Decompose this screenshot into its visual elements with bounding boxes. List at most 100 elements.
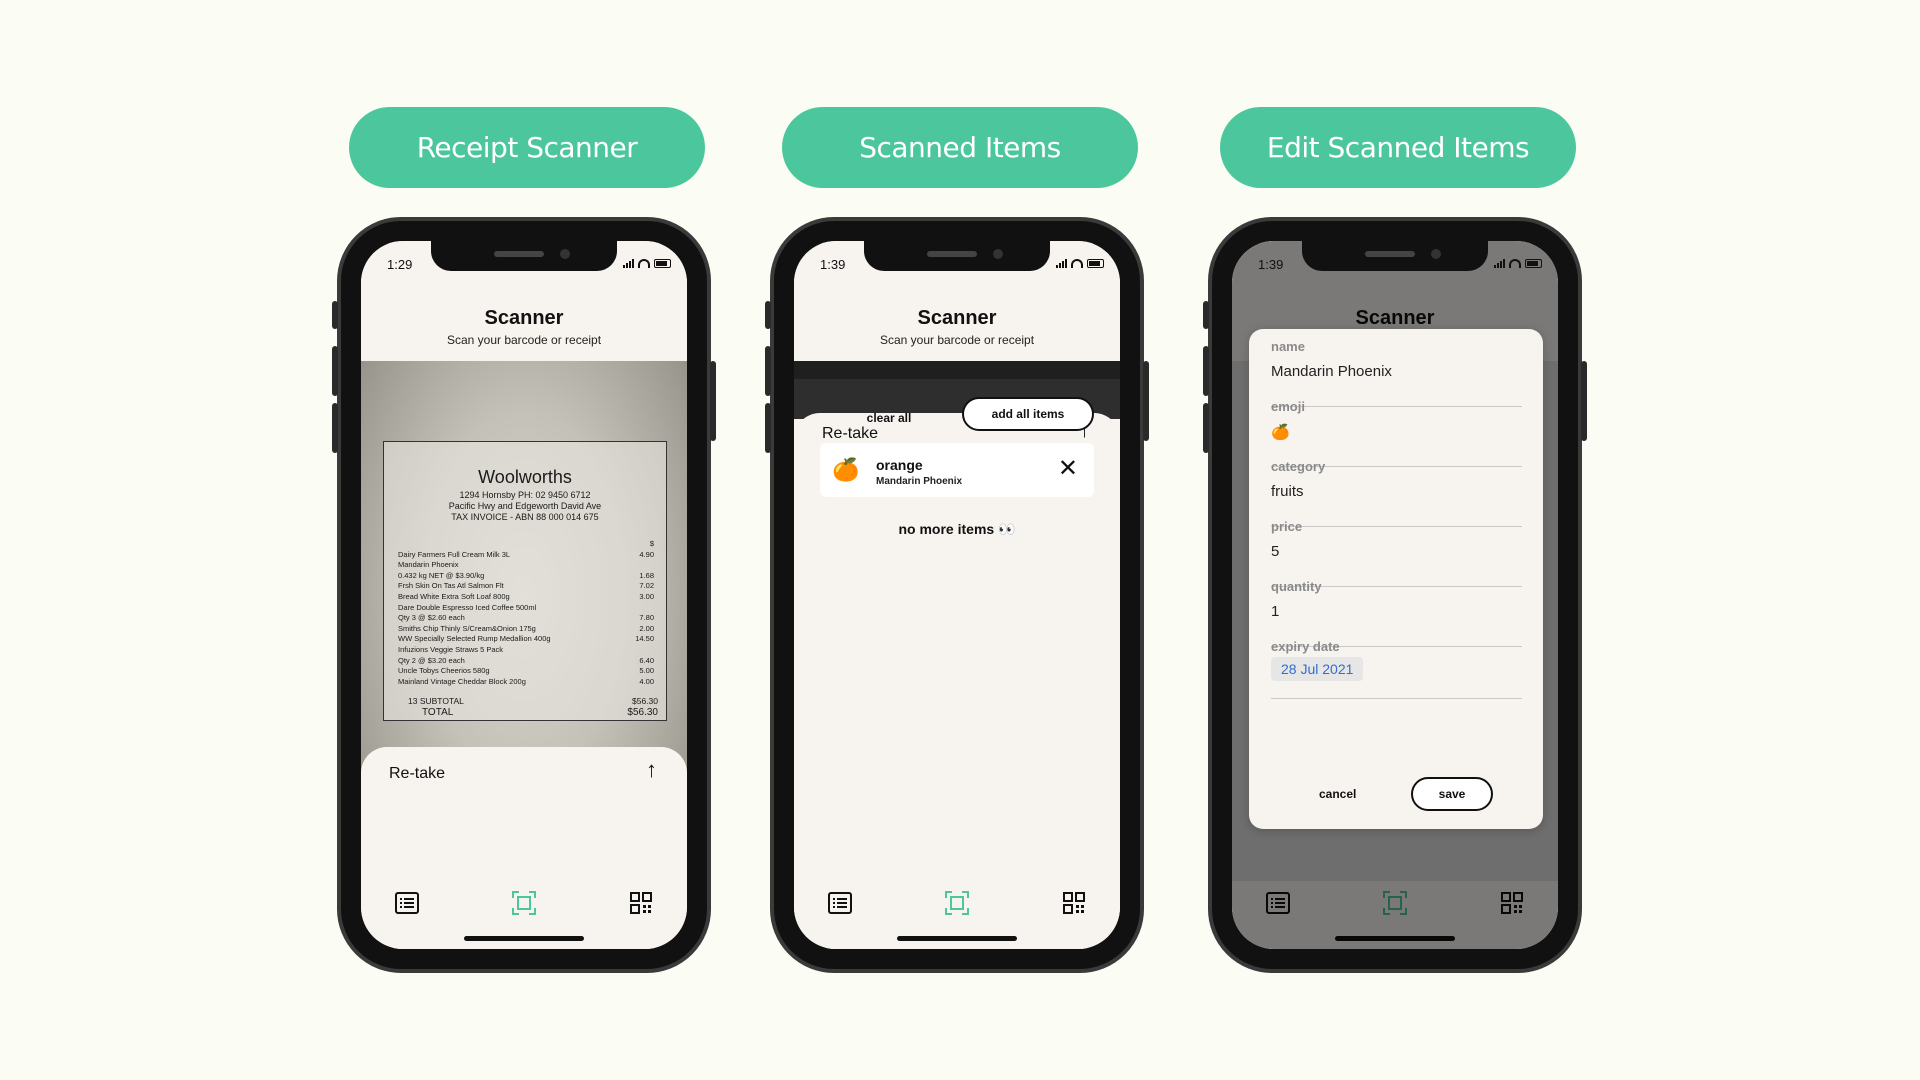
receipt-line-text: Infuzions Veggie Straws 5 Pack	[398, 644, 504, 654]
status-time: 1:39	[820, 257, 846, 272]
status-time: 1:39	[1258, 257, 1284, 272]
qr-icon[interactable]	[1060, 889, 1088, 917]
clear-all-button[interactable]: clear all	[854, 407, 924, 429]
status-icons	[623, 259, 671, 268]
camera-strip	[794, 361, 1120, 379]
panel-edit-scanned-items: Edit Scanned Items 1:39 Scanner Scan you…	[1203, 0, 1588, 1080]
emoji-value[interactable]: 🍊	[1271, 423, 1290, 441]
arrow-up-icon[interactable]: ↑	[646, 757, 657, 783]
total-label: TOTAL	[422, 706, 454, 718]
receipt-line-text: WW Specially Selected Rump Medallion 400…	[398, 634, 551, 644]
subtotal-value: $56.30	[632, 696, 658, 706]
category-label: category	[1271, 459, 1326, 474]
subtotal-label: 13 SUBTOTAL	[408, 696, 464, 706]
page-title: Scanner	[917, 307, 997, 329]
phone-screen: 1:39 Scanner Scan your barcode or receip…	[794, 241, 1120, 949]
receipt-line-text: Mandarin Phoenix	[398, 560, 459, 570]
page-subtitle: Scan your barcode or receipt	[446, 333, 602, 347]
receipt-line-amount: 4.90	[639, 549, 654, 559]
emoji-field[interactable]: emoji 🍊	[1271, 399, 1522, 467]
phone-frame: 1:29 Scanner Scan your barcode or receip…	[332, 217, 716, 973]
cancel-button[interactable]: cancel	[1319, 787, 1356, 801]
battery-icon	[1087, 259, 1104, 268]
scan-icon[interactable]	[943, 889, 971, 917]
receipt-line: Uncle Tobys Cheerios 580g 5.00	[398, 666, 654, 677]
wifi-icon	[1071, 259, 1083, 268]
status-time: 1:29	[387, 257, 413, 272]
phone-screen: 1:29 Scanner Scan your barcode or receip…	[361, 241, 687, 949]
price-label: price	[1271, 519, 1303, 534]
receipt-line: Mandarin Phoenix	[398, 560, 654, 571]
receipt-totals: 13 SUBTOTAL $56.30 TOTAL $56.30	[408, 696, 658, 717]
receipt-line: Frsh Skin On Tas Atl Salmon Flt 7.02	[398, 581, 654, 592]
expiry-date-label: expiry date	[1271, 639, 1340, 654]
panel-title: Edit Scanned Items	[1220, 107, 1576, 188]
scanned-item-card[interactable]: 🍊 orange Mandarin Phoenix ✕	[820, 443, 1094, 497]
orange-icon: 🍊	[832, 457, 860, 482]
expiry-date-picker[interactable]: 28 Jul 2021	[1271, 657, 1364, 681]
receipt-address: 1294 Hornsby PH: 02 9450 6712 Pacific Hw…	[448, 490, 602, 522]
receipt-line-text: Qty 2 @ $3.20 each	[398, 655, 465, 665]
signal-icon	[1056, 259, 1067, 268]
save-button[interactable]: save	[1411, 777, 1493, 811]
add-all-items-button[interactable]: add all items	[962, 397, 1094, 431]
panel-scanned-items: Scanned Items 1:39 Scanner Scan your bar…	[765, 0, 1150, 1080]
modal-backdrop-tabbar[interactable]	[1232, 881, 1558, 949]
page-subtitle: Scan your barcode or receipt	[879, 333, 1035, 347]
item-name: orange	[876, 457, 923, 473]
receipt-line-text: Uncle Tobys Cheerios 580g	[398, 666, 490, 676]
category-field[interactable]: category fruits	[1271, 459, 1522, 527]
wifi-icon	[1509, 259, 1521, 268]
battery-icon	[1525, 259, 1542, 268]
emoji-label: emoji	[1271, 399, 1305, 414]
receipt-line: Bread White Extra Soft Loaf 800g 3.00	[398, 592, 654, 603]
home-indicator[interactable]	[464, 936, 584, 941]
page-title: Scanner	[484, 307, 564, 329]
receipt-line-text: Mainland Vintage Cheddar Block 200g	[398, 676, 526, 686]
bottom-sheet[interactable]: Re-take ↑	[361, 747, 687, 887]
name-value[interactable]: Mandarin Phoenix	[1271, 363, 1392, 380]
receipt-line: Qty 3 @ $2.60 each 7.80	[398, 613, 654, 624]
price-field[interactable]: price 5	[1271, 519, 1522, 587]
signal-icon	[623, 259, 634, 268]
receipt-line-amount: 3.00	[639, 591, 654, 601]
price-value[interactable]: 5	[1271, 543, 1279, 560]
receipt-line-text: Smiths Chip Thinly S/Cream&Onion 175g	[398, 623, 536, 633]
close-icon[interactable]: ✕	[1058, 455, 1078, 483]
category-value[interactable]: fruits	[1271, 483, 1304, 500]
quantity-label: quantity	[1271, 579, 1322, 594]
receipt-line: Smiths Chip Thinly S/Cream&Onion 175g 2.0…	[398, 624, 654, 635]
quantity-field[interactable]: quantity 1	[1271, 579, 1522, 647]
scan-icon[interactable]	[510, 889, 538, 917]
receipt-line-text: Bread White Extra Soft Loaf 800g	[398, 591, 510, 601]
receipt-line-text: Frsh Skin On Tas Atl Salmon Flt	[398, 581, 504, 591]
item-brand: Mandarin Phoenix	[876, 476, 963, 487]
name-field[interactable]: name Mandarin Phoenix	[1271, 339, 1522, 407]
panel-title: Receipt Scanner	[349, 107, 705, 188]
receipt-line-text: 0.432 kg NET @ $3.90/kg	[398, 570, 485, 580]
receipt-lines: $ Dairy Farmers Full Cream Milk 3L 4.90 Man…	[398, 539, 654, 687]
receipt-store: Woolworths	[478, 467, 572, 487]
retake-button[interactable]: Re-take	[389, 765, 445, 783]
home-indicator[interactable]	[897, 936, 1017, 941]
receipt-line-text: Dare Double Espresso Iced Coffee 500ml	[398, 602, 537, 612]
list-icon[interactable]	[826, 889, 854, 917]
no-more-items-text: no more items 👀	[898, 521, 1016, 537]
receipt-line: $	[398, 539, 654, 550]
receipt-line-amount: 7.02	[639, 581, 654, 591]
receipt-line-amount: 2.00	[639, 623, 654, 633]
qr-icon[interactable]	[627, 889, 655, 917]
panel-title: Scanned Items	[782, 107, 1138, 188]
receipt-image: Woolworths 1294 Hornsby PH: 02 9450 6712…	[383, 441, 667, 721]
receipt-line: Dairy Farmers Full Cream Milk 3L 4.90	[398, 550, 654, 561]
quantity-value[interactable]: 1	[1271, 603, 1279, 620]
wifi-icon	[638, 259, 650, 268]
total-value: $56.30	[627, 706, 658, 718]
list-icon[interactable]	[393, 889, 421, 917]
battery-icon	[654, 259, 671, 268]
receipt-line: Mainland Vintage Cheddar Block 200g 4.00	[398, 677, 654, 688]
receipt-line-amount: 7.80	[639, 613, 654, 623]
phone-frame: 1:39 Scanner Scan your barcode or receip…	[1203, 217, 1587, 973]
expiry-date-field[interactable]: expiry date 28 Jul 2021	[1271, 639, 1522, 699]
receipt-line: Infuzions Veggie Straws 5 Pack	[398, 645, 654, 656]
